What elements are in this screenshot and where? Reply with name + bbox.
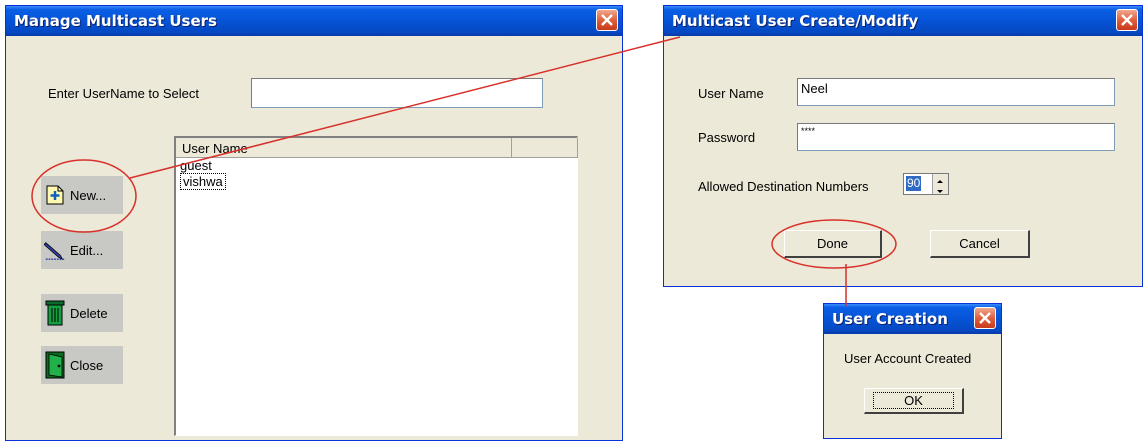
pen-icon bbox=[44, 236, 66, 264]
user-list-header-username[interactable]: User Name bbox=[176, 138, 512, 158]
ok-button[interactable]: OK bbox=[864, 388, 964, 414]
message-box-title: User Creation bbox=[832, 310, 948, 328]
close-button[interactable]: Close bbox=[41, 346, 123, 384]
password-field[interactable]: **** bbox=[797, 123, 1115, 151]
done-button[interactable]: Done bbox=[784, 230, 882, 258]
destination-numbers-stepper[interactable]: 90 bbox=[903, 173, 949, 195]
message-text: User Account Created bbox=[844, 351, 972, 366]
manage-window-title: Manage Multicast Users bbox=[14, 12, 217, 30]
new-button-label: New... bbox=[70, 187, 107, 203]
create-window-title: Multicast User Create/Modify bbox=[672, 12, 919, 30]
manage-window-title-bar[interactable]: Manage Multicast Users bbox=[6, 6, 622, 36]
new-document-icon bbox=[44, 181, 66, 209]
username-label: User Name bbox=[698, 86, 764, 101]
delete-button-label: Delete bbox=[70, 305, 108, 321]
stepper-up-arrow-icon[interactable] bbox=[932, 174, 948, 184]
done-button-label: Done bbox=[816, 236, 849, 251]
destination-numbers-value[interactable]: 90 bbox=[906, 176, 922, 191]
select-username-label: Enter UserName to Select bbox=[48, 86, 200, 101]
user-create-modify-window: Multicast User Create/Modify User Name N… bbox=[663, 5, 1143, 287]
select-username-input[interactable] bbox=[251, 78, 543, 108]
message-box-close-icon[interactable] bbox=[974, 307, 996, 329]
user-list-header-blank[interactable] bbox=[512, 138, 578, 158]
manage-multicast-users-window: Manage Multicast Users Enter UserName to… bbox=[5, 5, 623, 441]
trash-icon bbox=[44, 299, 66, 327]
ok-button-label: OK bbox=[873, 392, 954, 409]
door-icon bbox=[44, 351, 66, 379]
destination-numbers-label: Allowed Destination Numbers bbox=[698, 179, 869, 194]
close-button-label: Close bbox=[70, 357, 104, 373]
stepper-down-arrow-icon[interactable] bbox=[932, 184, 948, 194]
message-box-title-bar[interactable]: User Creation bbox=[824, 304, 1001, 334]
list-item[interactable]: guest bbox=[180, 158, 212, 173]
user-creation-message-box: User Creation User Account Created OK bbox=[823, 303, 1002, 439]
username-field[interactable]: Neel bbox=[797, 78, 1115, 106]
cancel-button[interactable]: Cancel bbox=[930, 230, 1030, 258]
edit-button[interactable]: Edit... bbox=[41, 231, 123, 269]
password-label: Password bbox=[698, 130, 756, 145]
edit-button-label: Edit... bbox=[70, 242, 104, 258]
user-list[interactable]: User Name guest vishwa bbox=[174, 136, 578, 436]
create-window-title-bar[interactable]: Multicast User Create/Modify bbox=[664, 6, 1142, 36]
manage-window-close-icon[interactable] bbox=[596, 9, 618, 31]
new-button[interactable]: New... bbox=[41, 176, 123, 214]
create-window-close-icon[interactable] bbox=[1116, 9, 1138, 31]
delete-button[interactable]: Delete bbox=[41, 294, 123, 332]
cancel-button-label: Cancel bbox=[959, 236, 1000, 251]
list-item[interactable]: vishwa bbox=[180, 173, 226, 190]
